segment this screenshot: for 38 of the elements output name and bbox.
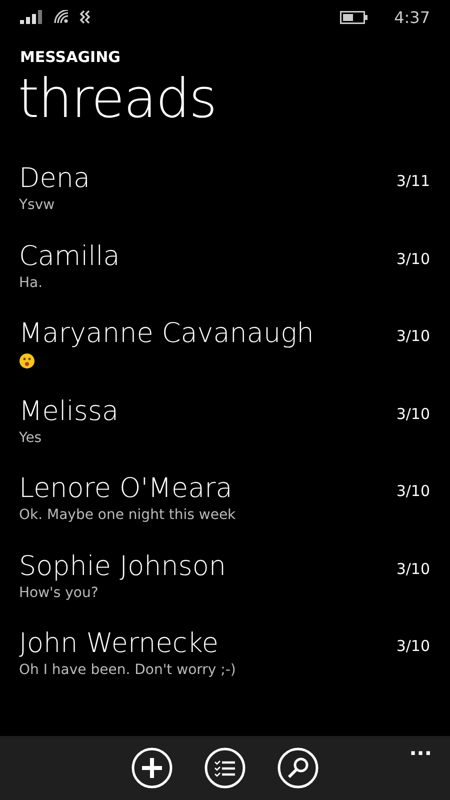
contact-name: Lenore O'Meara <box>19 472 232 506</box>
contact-name: Dena <box>19 162 90 196</box>
thread-item[interactable]: Sophie Johnson How's you? 3/10 <box>0 550 450 627</box>
message-date: 3/10 <box>396 637 430 655</box>
add-button[interactable] <box>131 747 173 789</box>
message-date: 3/10 <box>396 250 430 268</box>
more-button[interactable]: ... <box>409 738 432 758</box>
message-preview: Oh I have been. Don't worry ;-) <box>19 661 236 679</box>
page-title: threads <box>18 66 218 132</box>
clock-time: 4:37 <box>394 8 430 26</box>
thread-item[interactable]: John Wernecke Oh I have been. Don't worry ;-) 3/10 <box>0 627 450 704</box>
message-preview: Ysvw <box>19 196 55 214</box>
message-date: 3/10 <box>396 560 430 578</box>
thread-item[interactable]: Camilla Ha. 3/10 <box>0 240 450 317</box>
message-date: 3/10 <box>396 482 430 500</box>
message-preview: Ok. Maybe one night this week <box>19 506 236 524</box>
message-preview: How's you? <box>19 584 98 602</box>
message-date: 3/10 <box>396 327 430 345</box>
message-preview: Ha. <box>19 274 43 292</box>
wifi-icon <box>54 10 70 24</box>
contact-name: John Wernecke <box>19 627 218 661</box>
vibrate-icon <box>78 10 92 24</box>
battery-icon <box>340 10 368 24</box>
select-list-button[interactable] <box>204 747 246 789</box>
contact-name: Sophie Johnson <box>19 550 226 584</box>
contact-name: Camilla <box>19 240 120 274</box>
thread-item[interactable]: Melissa Yes 3/10 <box>0 394 450 472</box>
contact-name: Maryanne Cavanaugh <box>19 317 314 351</box>
thread-item[interactable]: Maryanne Cavanaugh 3/10 <box>0 317 450 394</box>
app-name: MESSAGING <box>20 48 122 66</box>
message-date: 3/11 <box>396 172 430 190</box>
message-date: 3/10 <box>396 404 430 422</box>
search-button[interactable] <box>277 747 319 789</box>
thread-item[interactable]: Lenore O'Meara Ok. Maybe one night this week 3/10 <box>0 472 450 550</box>
thread-item[interactable]: Dena Ysvw 3/11 <box>0 162 450 240</box>
message-preview: Yes <box>19 428 42 446</box>
surprised-face-icon <box>19 353 35 369</box>
contact-name: Melissa <box>19 394 119 428</box>
